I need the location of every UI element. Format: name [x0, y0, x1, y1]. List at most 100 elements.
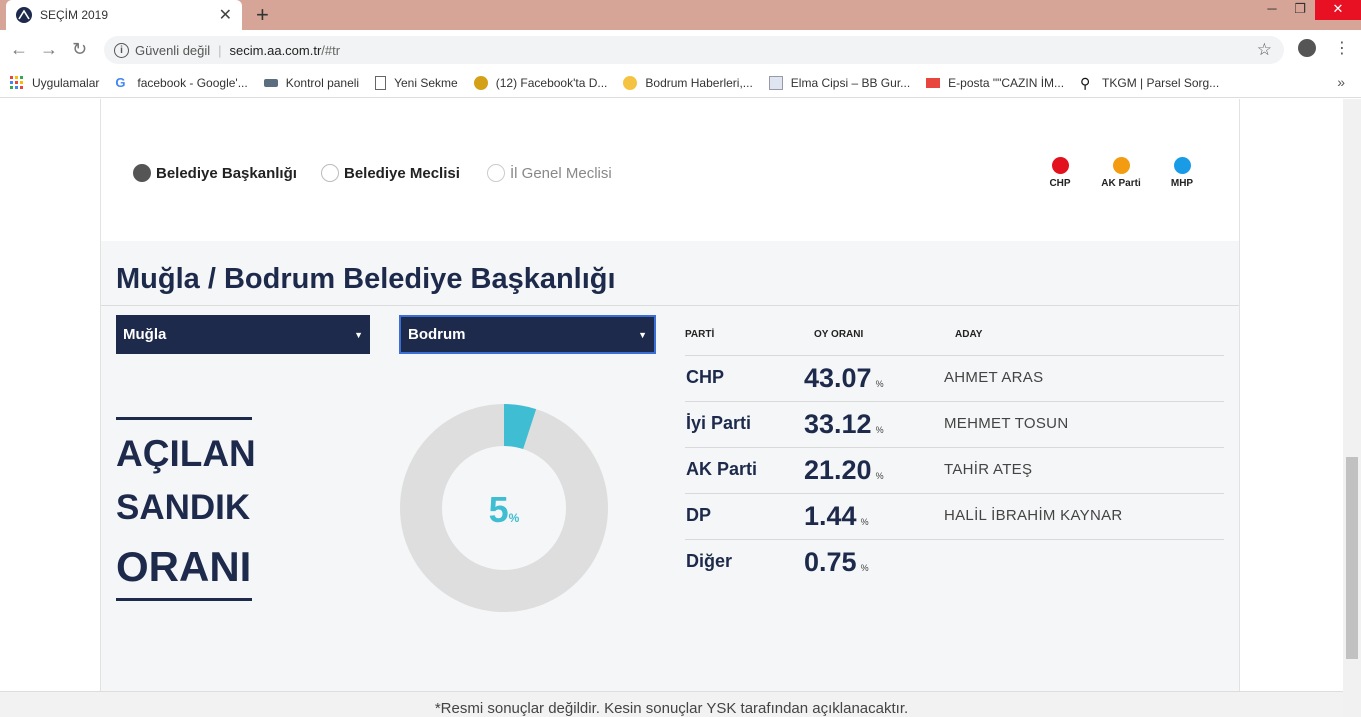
row-vote-value: 0.75 — [804, 547, 857, 577]
google-icon: G — [115, 74, 126, 90]
bookmark-label: Kontrol paneli — [285, 75, 360, 90]
opened-boxes-line: SANDIK — [116, 488, 251, 527]
profile-avatar-icon[interactable] — [1298, 39, 1316, 57]
page-icon — [375, 75, 387, 90]
row-vote-value: 1.44 — [804, 501, 857, 531]
table-row: Diğer 0.75% — [686, 539, 1224, 585]
legend-ak-parti[interactable]: AK Parti — [1096, 157, 1146, 189]
table-row: AK Parti 21.20% TAHİR ATEŞ — [686, 447, 1224, 493]
url-text: secim.aa.com.tr/#tr — [230, 43, 341, 58]
title-divider — [101, 305, 1239, 306]
bookmark-item[interactable]: Bodrum Haberleri,... — [623, 75, 753, 90]
forward-icon[interactable]: → — [40, 39, 58, 60]
table-row: DP 1.44% HALİL İBRAHİM KAYNAR — [686, 493, 1224, 539]
scrollbar-thumb[interactable] — [1346, 457, 1358, 659]
bookmark-item[interactable]: E-posta ""CAZIN İM... — [926, 76, 1064, 90]
row-party: AK Parti — [686, 459, 758, 479]
bookmark-label: Uygulamalar — [32, 75, 100, 90]
bookmark-label: Elma Cipsi – BB Gur... — [790, 75, 911, 90]
bookmark-item[interactable]: ⚲ TKGM | Parsel Sorg... — [1080, 76, 1219, 90]
bookmark-item[interactable]: Kontrol paneli — [263, 75, 360, 90]
row-party: Diğer — [686, 551, 733, 571]
row-vote: 33.12% — [804, 409, 884, 440]
new-tab-icon[interactable]: + — [256, 2, 269, 28]
tab-close-icon[interactable]: ✕ — [219, 5, 232, 25]
mail-icon — [926, 77, 941, 88]
browser-tab[interactable]: SEÇİM 2019 ✕ — [6, 0, 242, 30]
row-candidate: AHMET ARAS — [944, 369, 1044, 386]
radio-dot — [321, 164, 339, 182]
bodrum-news-icon — [623, 75, 638, 90]
bookmark-item[interactable]: Elma Cipsi – BB Gur... — [768, 75, 911, 90]
chevron-down-icon: ▼ — [354, 329, 363, 340]
row-vote-unit: % — [860, 517, 869, 527]
legend-mhp[interactable]: MHP — [1157, 157, 1207, 189]
radio-belediye-meclisi[interactable]: Belediye Meclisi — [321, 164, 460, 182]
bookmark-label: Bodrum Haberleri,... — [645, 75, 753, 90]
radio-label: Belediye Başkanlığı — [156, 164, 297, 182]
legend-swatch — [1112, 157, 1130, 174]
row-party: CHP — [686, 367, 725, 387]
bookmark-item[interactable]: Yeni Sekme — [375, 75, 458, 90]
apps-grid-icon — [10, 75, 23, 89]
legend-label: AK Parti — [1101, 178, 1141, 189]
header-party: PARTİ — [685, 329, 715, 340]
bookmarks-overflow-icon[interactable]: » — [1337, 74, 1345, 90]
legend-swatch — [1051, 157, 1069, 174]
opened-boxes-label: AÇILAN SANDIK ORANI — [116, 417, 256, 601]
aa-logo-icon — [16, 7, 32, 23]
bookmark-label: Yeni Sekme — [394, 75, 458, 90]
bookmark-item[interactable]: Gfacebook - Google'... — [115, 74, 248, 90]
district-select-value: Bodrum — [408, 326, 466, 343]
row-candidate: MEHMET TOSUN — [944, 415, 1069, 432]
opened-boxes-unit: % — [508, 511, 520, 525]
radio-il-genel-meclisi[interactable]: İl Genel Meclisi — [487, 164, 612, 182]
row-party: İyi Parti — [686, 413, 752, 433]
radio-label: İl Genel Meclisi — [510, 164, 612, 182]
donut-progress-arc — [503, 404, 537, 450]
header-candidate: ADAY — [955, 329, 983, 340]
bookmark-item[interactable]: (12) Facebook'ta D... — [473, 75, 607, 90]
bookmark-label: E-posta ""CAZIN İM... — [948, 75, 1065, 90]
menu-kebab-icon[interactable]: ⋮ — [1334, 38, 1350, 58]
info-icon[interactable]: i — [114, 42, 129, 58]
opened-boxes-value: 5% — [399, 489, 609, 531]
dashboard-icon — [263, 78, 278, 87]
row-vote: 43.07% — [804, 363, 884, 394]
security-label: Güvenli değil — [135, 42, 211, 58]
table-row: CHP 43.07% AHMET ARAS — [686, 355, 1224, 401]
row-candidate: TAHİR ATEŞ — [944, 461, 1033, 478]
omnibox[interactable]: i Güvenli değil | secim.aa.com.tr/#tr ☆ — [104, 36, 1284, 64]
reload-icon[interactable]: ↻ — [72, 39, 87, 60]
radio-belediye-baskanligi[interactable]: Belediye Başkanlığı — [133, 164, 297, 182]
omnibox-separator: | — [218, 42, 222, 58]
disclaimer-footer: *Resmi sonuçlar değildir. Kesin sonuçlar… — [0, 691, 1343, 717]
tab-strip: SEÇİM 2019 ✕ + ─ ❐ ✕ — [0, 0, 1361, 30]
restore-icon[interactable]: ❐ — [1282, 0, 1318, 20]
province-select[interactable]: Muğla ▼ — [116, 315, 370, 354]
row-vote-unit: % — [860, 563, 869, 573]
visa-icon — [768, 75, 783, 90]
address-bar: ← → ↻ i Güvenli değil | secim.aa.com.tr/… — [0, 30, 1361, 68]
row-vote: 1.44% — [804, 501, 869, 532]
bookmark-label: facebook - Google'... — [137, 75, 248, 90]
row-vote-unit: % — [875, 425, 884, 435]
election-type-bar: Belediye Başkanlığı Belediye Meclisi İl … — [101, 99, 1239, 241]
legend-label: MHP — [1170, 178, 1194, 189]
bookmark-item[interactable]: Uygulamalar — [10, 75, 100, 90]
row-vote-unit: % — [875, 379, 884, 389]
province-select-value: Muğla — [123, 326, 167, 343]
page-scrollbar[interactable] — [1343, 99, 1361, 717]
bookmark-star-icon[interactable]: ☆ — [1257, 40, 1272, 60]
radio-label: Belediye Meclisi — [344, 164, 460, 182]
window-close-icon[interactable]: ✕ — [1315, 0, 1361, 20]
radio-dot — [133, 164, 151, 182]
back-icon[interactable]: ← — [10, 39, 28, 60]
district-select[interactable]: Bodrum ▼ — [399, 315, 656, 354]
row-vote-value: 21.20 — [804, 455, 872, 485]
tab-title: SEÇİM 2019 — [40, 8, 109, 22]
table-row: İyi Parti 33.12% MEHMET TOSUN — [686, 401, 1224, 447]
bookmarks-bar: Uygulamalar Gfacebook - Google'... Kontr… — [0, 68, 1361, 98]
legend-chp[interactable]: CHP — [1035, 157, 1085, 189]
opened-boxes-line: ORANI — [116, 543, 252, 590]
